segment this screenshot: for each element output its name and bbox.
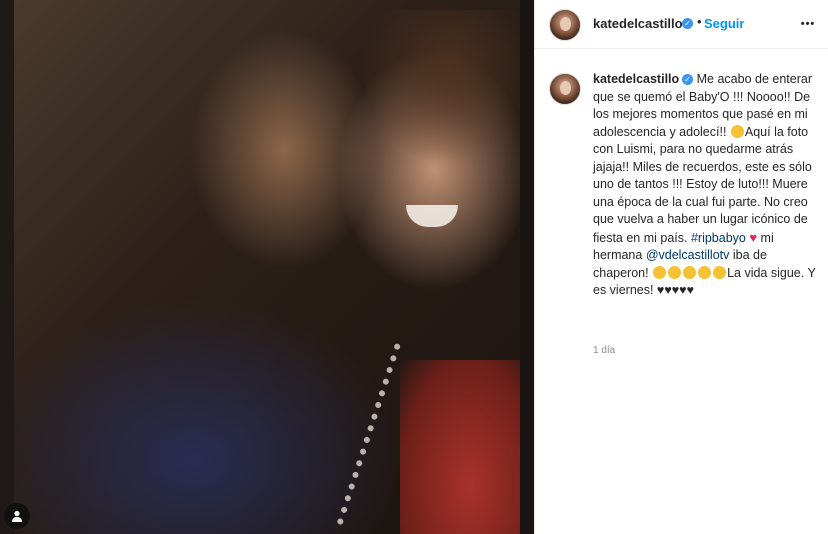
user-tag-icon bbox=[12, 510, 22, 522]
laughing-emoji-icon bbox=[698, 265, 712, 279]
comments-section: katedelcastillo ✓ Me acabo de enterar que… bbox=[535, 49, 828, 534]
post-timestamp[interactable]: 1 día bbox=[593, 345, 615, 356]
mention-link[interactable]: @vdelcastillotv bbox=[646, 248, 730, 262]
photo-shape bbox=[364, 10, 520, 160]
photo-image bbox=[14, 0, 520, 534]
red-heart-icon: ♥ bbox=[749, 229, 758, 245]
avatar-face bbox=[560, 17, 571, 31]
caption-username[interactable]: katedelcastillo bbox=[593, 72, 679, 86]
caption-text-2: Aquí la foto con Luismi, para no quedarm… bbox=[593, 124, 812, 245]
photo-shape bbox=[406, 205, 458, 227]
hashtag-link[interactable]: #ripbabyo bbox=[691, 231, 746, 245]
laughing-emoji-icon bbox=[668, 265, 682, 279]
post-caption: katedelcastillo ✓ Me acabo de enterar que… bbox=[593, 71, 825, 300]
header-username[interactable]: katedelcastillo bbox=[593, 16, 683, 31]
avatar[interactable] bbox=[549, 9, 581, 41]
laughing-emoji-icon bbox=[713, 265, 727, 279]
post-side-panel: katedelcastillo ✓ • Seguir ••• katedelca… bbox=[534, 0, 828, 534]
instagram-post: katedelcastillo ✓ • Seguir ••• katedelca… bbox=[0, 0, 828, 534]
post-header: katedelcastillo ✓ • Seguir ••• bbox=[535, 0, 828, 49]
user-tag-button[interactable] bbox=[4, 503, 30, 529]
laughing-emoji-icon bbox=[730, 124, 744, 138]
photo-border-left bbox=[0, 0, 14, 534]
post-photo[interactable] bbox=[0, 0, 534, 534]
separator-dot: • bbox=[697, 14, 702, 29]
more-options-icon: ••• bbox=[800, 18, 816, 30]
caption-avatar[interactable] bbox=[549, 73, 581, 105]
more-options-button[interactable]: ••• bbox=[797, 14, 819, 34]
laughing-emoji-icon bbox=[683, 265, 697, 279]
verified-badge-icon: ✓ bbox=[682, 18, 693, 29]
avatar-face bbox=[560, 81, 571, 95]
laughing-emoji-icon bbox=[653, 265, 667, 279]
photo-border-right bbox=[520, 0, 534, 534]
follow-button[interactable]: Seguir bbox=[704, 16, 744, 31]
verified-badge-icon: ✓ bbox=[682, 74, 694, 86]
